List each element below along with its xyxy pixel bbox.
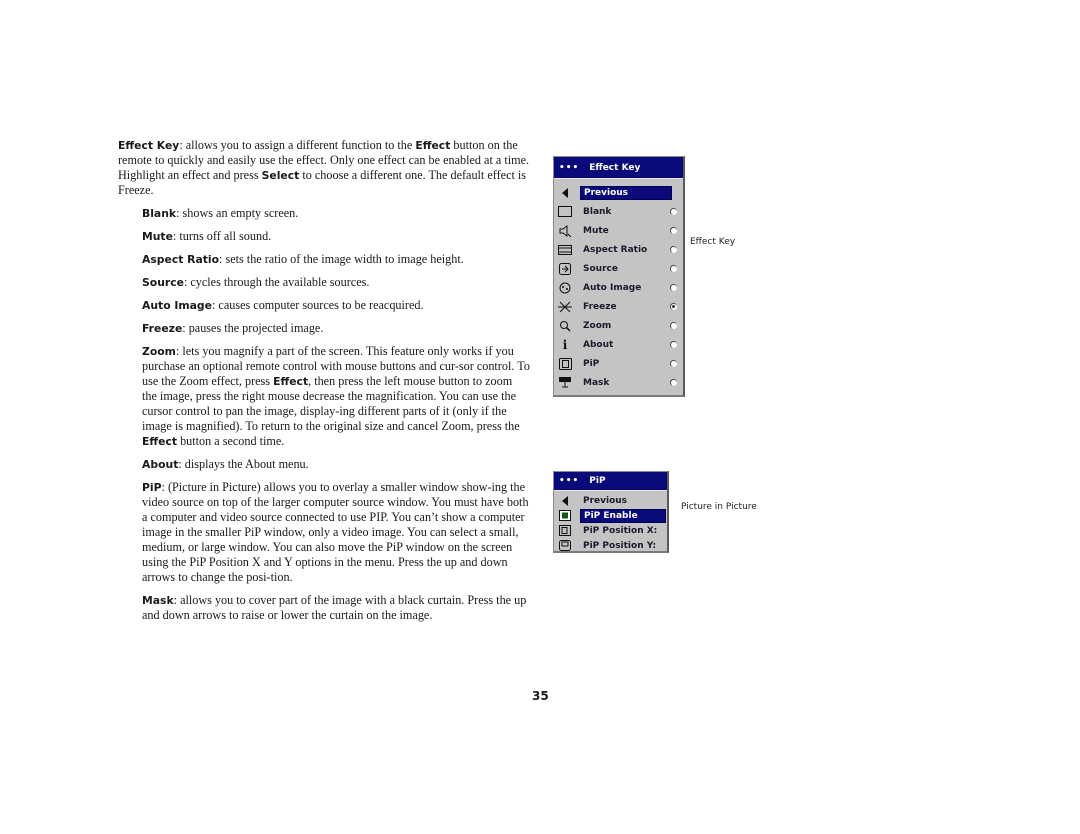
radio-button[interactable] xyxy=(670,379,677,386)
menu-item-previous[interactable]: Previous xyxy=(554,493,667,508)
about-paragraph: About: displays the About menu. xyxy=(142,457,309,471)
term-effect-key: Effect Key xyxy=(118,139,180,152)
auto-image-paragraph: Auto Image: causes computer sources to b… xyxy=(142,298,424,312)
menu-item-freeze[interactable]: Freeze xyxy=(554,297,683,316)
menu-title: Effect Key xyxy=(589,162,641,173)
menu-item-pip[interactable]: PiP xyxy=(554,354,683,373)
pip-position-x-icon xyxy=(558,524,572,537)
radio-button[interactable] xyxy=(670,265,677,272)
mask-paragraph: Mask: allows you to cover part of the im… xyxy=(142,593,527,622)
radio-button[interactable] xyxy=(670,322,677,329)
menu-item-auto-image[interactable]: Auto Image xyxy=(554,278,683,297)
radio-button[interactable] xyxy=(670,208,677,215)
info-icon: i xyxy=(562,337,568,352)
menu-dots-icon: ••• xyxy=(559,476,580,486)
aspect-ratio-icon xyxy=(558,243,572,256)
effect-key-paragraph: Effect Key: allows you to assign a diffe… xyxy=(118,138,530,197)
menu-item-aspect-ratio[interactable]: Aspect Ratio xyxy=(554,240,683,259)
radio-button[interactable] xyxy=(670,284,677,291)
source-paragraph: Source: cycles through the available sou… xyxy=(142,275,370,289)
pip-paragraph: PiP: (Picture in Picture) allows you to … xyxy=(142,480,529,584)
menu-item-zoom[interactable]: Zoom xyxy=(554,316,683,335)
page-number: 35 xyxy=(532,689,549,703)
radio-button-selected[interactable] xyxy=(670,303,677,310)
menu-item-mask[interactable]: Mask xyxy=(554,373,683,392)
freeze-paragraph: Freeze: pauses the projected image. xyxy=(142,321,324,335)
pip-icon xyxy=(558,357,572,370)
left-arrow-icon xyxy=(558,494,572,507)
menu-item-pip-enable[interactable]: PiP Enable xyxy=(554,508,667,523)
pip-caption: Picture in Picture xyxy=(681,502,757,512)
radio-button[interactable] xyxy=(670,227,677,234)
mask-icon xyxy=(558,376,572,389)
menu-item-blank[interactable]: Blank xyxy=(554,202,683,221)
effect-key-menu: ••• Effect Key Previous Blank Mute Aspec… xyxy=(553,156,685,397)
aspect-ratio-paragraph: Aspect Ratio: sets the ratio of the imag… xyxy=(142,252,464,266)
menu-item-mute[interactable]: Mute xyxy=(554,221,683,240)
mute-paragraph: Mute: turns off all sound. xyxy=(142,229,272,243)
left-arrow-icon xyxy=(558,186,572,199)
blank-paragraph: Blank: shows an empty screen. xyxy=(142,206,299,220)
mute-icon xyxy=(558,224,572,237)
menu-item-pip-position-x[interactable]: PiP Position X: xyxy=(554,523,667,538)
menu-item-source[interactable]: Source xyxy=(554,259,683,278)
source-icon xyxy=(558,262,572,275)
menu-item-about[interactable]: i About xyxy=(554,335,683,354)
checkbox-enabled-icon[interactable] xyxy=(558,509,572,522)
blank-screen-icon xyxy=(558,205,572,218)
radio-button[interactable] xyxy=(670,341,677,348)
auto-image-icon xyxy=(558,281,572,294)
pip-position-y-icon xyxy=(558,539,572,552)
menu-dots-icon: ••• xyxy=(559,162,580,173)
menu-title: PiP xyxy=(589,476,606,486)
menu-item-pip-position-y[interactable]: PiP Position Y: xyxy=(554,538,667,553)
radio-button[interactable] xyxy=(670,360,677,367)
pip-menu: ••• PiP Previous PiP Enable PiP Position… xyxy=(553,471,669,553)
radio-button[interactable] xyxy=(670,246,677,253)
zoom-paragraph: Zoom: lets you magnify a part of the scr… xyxy=(142,344,530,448)
manual-text-column: Effect Key: allows you to assign a diffe… xyxy=(118,138,530,631)
effect-key-caption: Effect Key xyxy=(690,237,736,247)
menu-title-bar: ••• PiP xyxy=(554,472,667,491)
freeze-icon xyxy=(558,300,572,313)
menu-item-previous[interactable]: Previous xyxy=(554,183,683,202)
zoom-icon xyxy=(558,319,572,332)
menu-title-bar: ••• Effect Key xyxy=(554,157,683,179)
